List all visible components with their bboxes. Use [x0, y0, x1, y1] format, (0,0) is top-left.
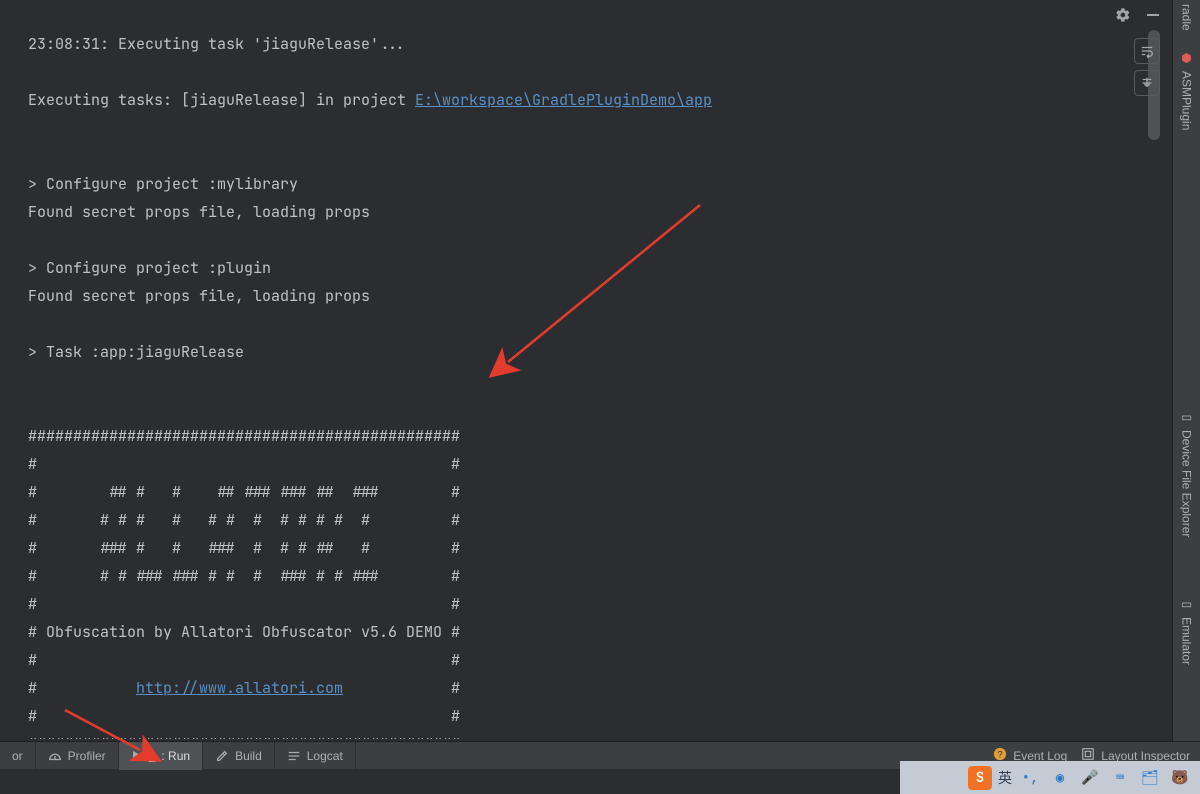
project-path-link[interactable]: E:\workspace\GradlePluginDemo\app	[415, 90, 712, 110]
gear-icon[interactable]	[1114, 6, 1132, 24]
tab-logcat-label: Logcat	[307, 749, 343, 763]
ascii-box-blank: # #	[28, 450, 1146, 478]
ascii-box-art: # ## # # ## ### ### ## ### #	[28, 478, 1146, 506]
console-line-configure-mylibrary: > Configure project :mylibrary	[28, 170, 1146, 198]
console-line-configure-plugin: > Configure project :plugin	[28, 254, 1146, 282]
console-line-found-props: Found secret props file, loading props	[28, 282, 1146, 310]
tab-run-label: : Run	[161, 749, 190, 763]
ascii-box-bot: ########################################…	[28, 730, 1146, 739]
tab-profiler[interactable]: Profiler	[36, 742, 119, 770]
svg-text:?: ?	[998, 750, 1003, 760]
allatori-url-link[interactable]: http://www.allatori.com	[136, 678, 343, 698]
ascii-box-url-pre: #	[28, 678, 136, 698]
tab-device-file-explorer[interactable]: ▭ Device File Explorer	[1176, 400, 1198, 547]
tab-truncated-label: or	[12, 749, 23, 763]
plugin-icon: ⬢	[1180, 51, 1194, 65]
console-line-empty	[28, 58, 1146, 86]
console-line-empty	[28, 394, 1146, 422]
soft-wrap-icon[interactable]	[1134, 38, 1160, 64]
tab-emulator-label: Emulator	[1180, 617, 1194, 665]
right-tool-window-stripe: radle ⬢ ASMPlugin ▭ Device File Explorer…	[1172, 0, 1200, 794]
logcat-icon	[287, 749, 301, 763]
sogou-ime-icon[interactable]: S	[968, 766, 992, 790]
tab-logcat[interactable]: Logcat	[275, 742, 356, 770]
console-toolbar	[1134, 38, 1160, 96]
emulator-icon: ▭	[1180, 597, 1194, 611]
panel-title-controls	[1114, 6, 1162, 24]
console-line-task: > Task :app:jiaguRelease	[28, 338, 1146, 366]
console-line-found-props: Found secret props file, loading props	[28, 198, 1146, 226]
scroll-to-end-icon[interactable]	[1134, 70, 1160, 96]
ascii-box-url-post: #	[343, 678, 460, 698]
tray-icon-4[interactable]: 🗂	[1138, 766, 1162, 790]
tab-truncated[interactable]: or	[0, 742, 36, 770]
ascii-box-blank: # #	[28, 702, 1146, 730]
ascii-box-art: # # # ### ### # # # ### # # ### #	[28, 562, 1146, 590]
ascii-box-blank: # #	[28, 590, 1146, 618]
tab-emulator[interactable]: ▭ Emulator	[1176, 587, 1198, 675]
device-icon: ▭	[1180, 410, 1194, 424]
console-line-empty	[28, 142, 1146, 170]
tab-gradle-label: radle	[1180, 4, 1194, 31]
os-taskbar-overlay: S 英 •, ◉ 🎤 ⌨ 🗂 🐻	[900, 761, 1200, 794]
ime-punct-icon[interactable]: •,	[1018, 766, 1042, 790]
tray-icon-2[interactable]: 🎤	[1078, 766, 1102, 790]
build-icon	[215, 749, 229, 763]
tab-gradle[interactable]: radle	[1176, 0, 1198, 41]
ascii-box-about: # Obfuscation by Allatori Obfuscator v5.…	[28, 618, 1146, 646]
console-output-panel: 23:08:31: Executing task 'jiaguRelease'.…	[0, 0, 1170, 739]
console-line-empty	[28, 114, 1146, 142]
tab-asm-plugin-label: ASMPlugin	[1180, 71, 1194, 130]
tab-device-file-explorer-label: Device File Explorer	[1180, 430, 1194, 537]
tab-run[interactable]: 4 : Run	[119, 742, 203, 770]
console-line-empty	[28, 226, 1146, 254]
tray-icon-3[interactable]: ⌨	[1108, 766, 1132, 790]
ascii-box-top: ########################################…	[28, 422, 1146, 450]
tray-icon-1[interactable]: ◉	[1048, 766, 1072, 790]
console-line-executing-text: Executing tasks: [jiaguRelease] in proje…	[28, 90, 415, 110]
ascii-box-art: # # # # # # # # # # # # # #	[28, 506, 1146, 534]
tab-asm-plugin[interactable]: ⬢ ASMPlugin	[1176, 41, 1198, 140]
ascii-box-blank: # #	[28, 646, 1146, 674]
console-line-empty	[28, 310, 1146, 338]
console-line-empty	[28, 366, 1146, 394]
console-line-timestamp: 23:08:31: Executing task 'jiaguRelease'.…	[28, 30, 1146, 58]
tab-build-label: Build	[235, 749, 262, 763]
console-line-executing: Executing tasks: [jiaguRelease] in proje…	[28, 86, 1146, 114]
ascii-box-url-line: # http://www.allatori.com #	[28, 674, 1146, 702]
tab-profiler-label: Profiler	[68, 749, 106, 763]
ime-lang-indicator[interactable]: 英	[998, 768, 1012, 788]
profiler-icon	[48, 749, 62, 763]
run-icon	[131, 750, 143, 762]
tray-icon-5[interactable]: 🐻	[1168, 766, 1192, 790]
tab-run-number: 4	[149, 749, 156, 763]
ascii-box-art: # ### # # ### # # # ## # #	[28, 534, 1146, 562]
minimize-icon[interactable]	[1144, 6, 1162, 24]
tab-build[interactable]: Build	[203, 742, 275, 770]
